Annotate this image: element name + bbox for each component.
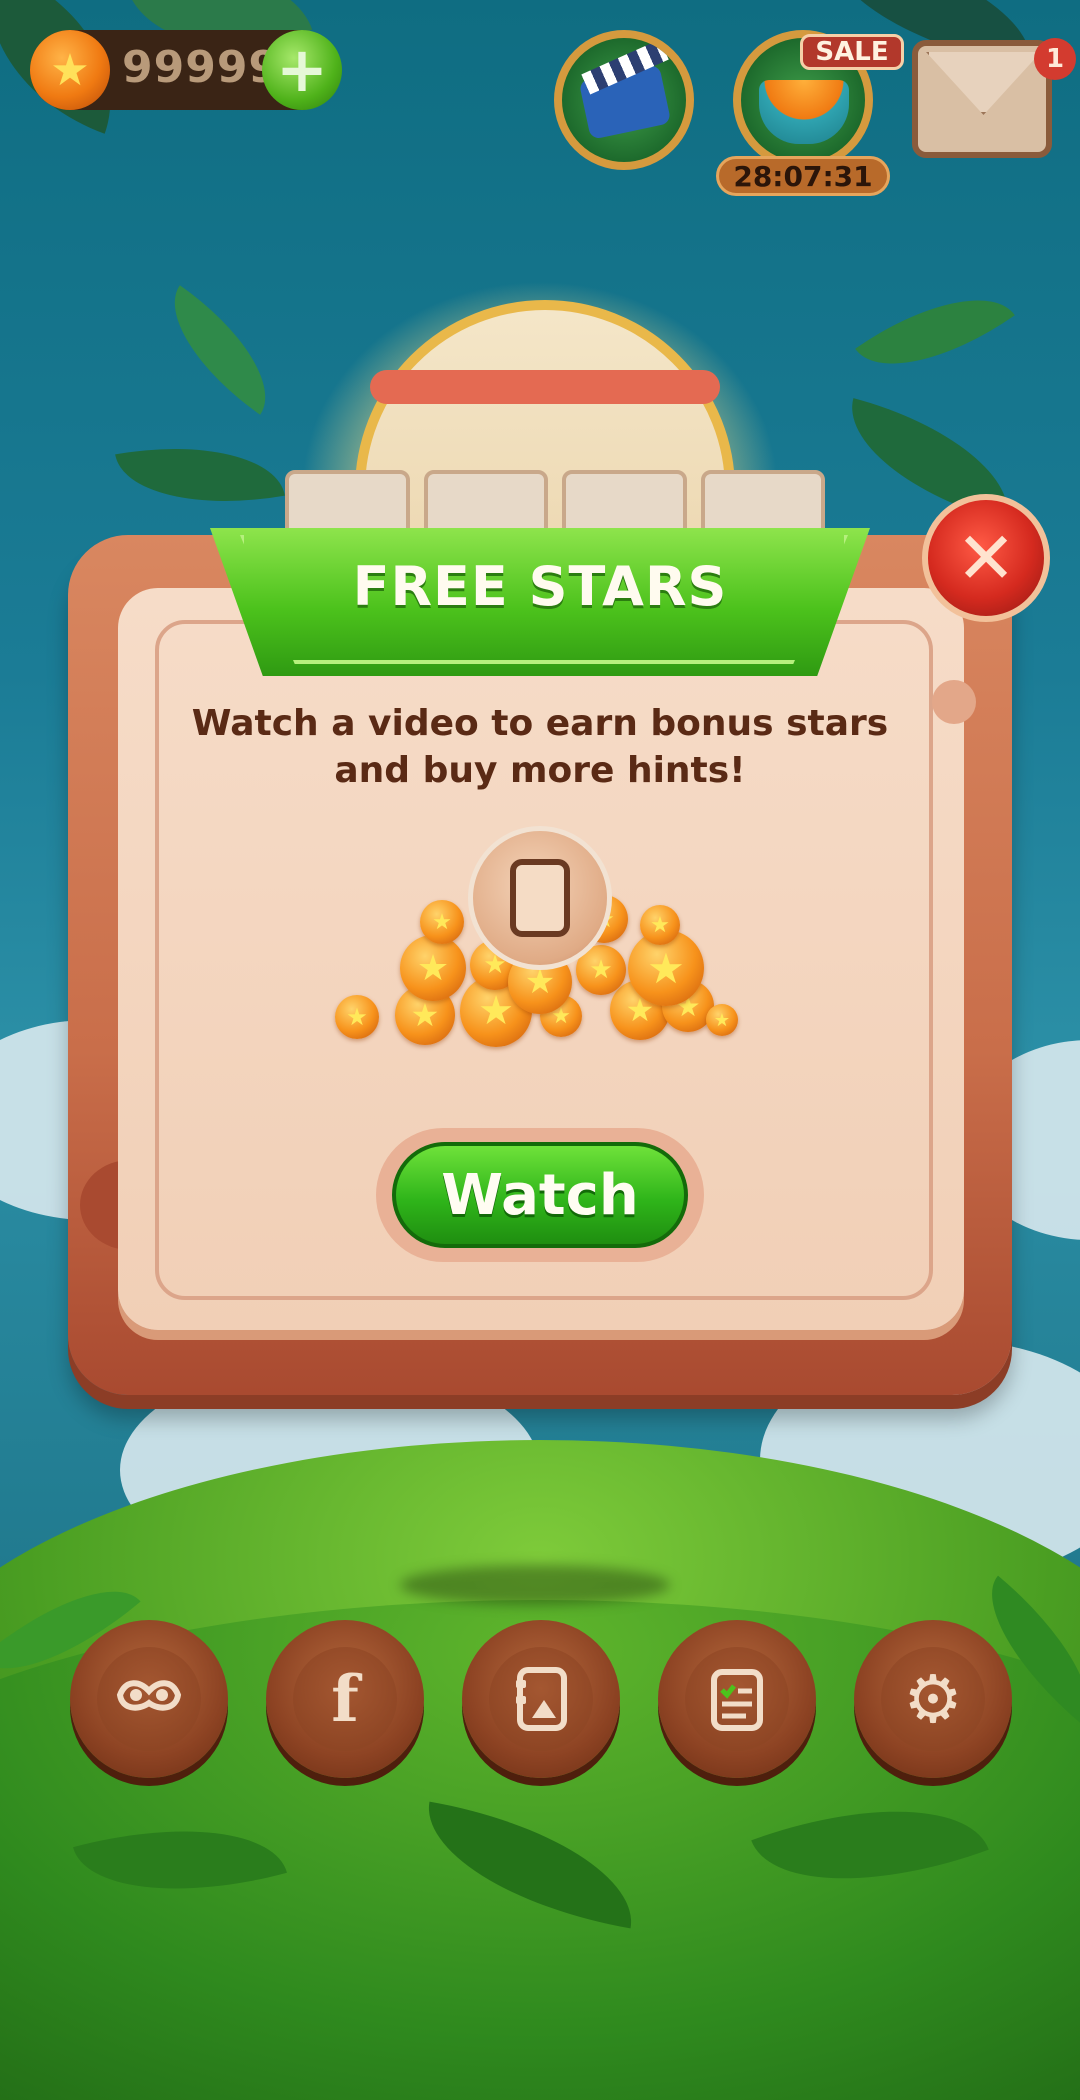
add-stars-button[interactable]: + xyxy=(262,30,342,110)
gallery-button[interactable] xyxy=(462,1620,620,1778)
mail-notification-badge: 1 xyxy=(1034,38,1076,80)
mask-button[interactable] xyxy=(70,1620,228,1778)
watch-video-button[interactable]: Watch xyxy=(392,1142,688,1248)
facebook-icon: f xyxy=(331,1661,359,1737)
star-bowl-icon xyxy=(759,80,849,144)
close-button[interactable]: ✕ xyxy=(922,494,1050,622)
plus-icon: + xyxy=(276,33,328,106)
sale-badge: SALE xyxy=(800,34,904,70)
settings-button[interactable]: ⚙ xyxy=(854,1620,1012,1778)
film-coin-icon xyxy=(468,826,612,970)
facebook-button[interactable]: f xyxy=(266,1620,424,1778)
close-icon: ✕ xyxy=(955,516,1017,600)
video-reward-button[interactable] xyxy=(554,30,694,170)
envelope-icon xyxy=(926,52,1041,115)
tasks-button[interactable] xyxy=(658,1620,816,1778)
tasks-clipboard-icon xyxy=(702,1664,772,1734)
mail-button[interactable] xyxy=(912,40,1052,158)
dialog-title: FREE STARS xyxy=(352,555,728,618)
star-coin-icon: ★ xyxy=(30,30,110,110)
gallery-book-icon xyxy=(506,1664,576,1734)
stars-balance: 99999 xyxy=(122,42,281,93)
gear-icon: ⚙ xyxy=(903,1660,963,1738)
mask-icon xyxy=(114,1664,184,1734)
dialog-description: Watch a video to earn bonus stars and bu… xyxy=(191,703,889,791)
sale-timer: 28:07:31 xyxy=(716,156,890,196)
